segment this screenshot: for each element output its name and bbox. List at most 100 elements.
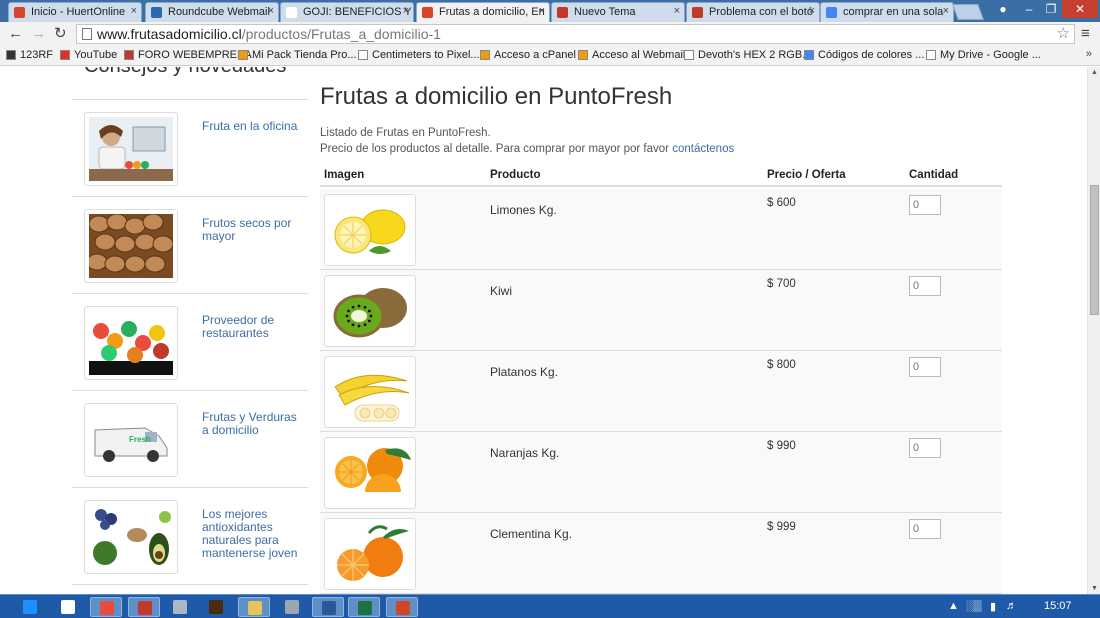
article-thumbnail[interactable] xyxy=(84,209,178,283)
browser-tab[interactable]: Inicio - HuertOnline × xyxy=(8,2,142,22)
intro-line-2: Precio de los productos al detalle. Para… xyxy=(320,143,669,155)
article-thumbnail[interactable] xyxy=(84,306,178,380)
article-link[interactable]: Frutos secos por mayor xyxy=(202,217,302,243)
address-bar[interactable]: www.frutasadomicilio.cl/productos/Frutas… xyxy=(76,24,1075,44)
scroll-up-icon[interactable]: ▲ xyxy=(1091,69,1098,76)
vertical-scrollbar[interactable]: ▲ ▼ xyxy=(1087,67,1100,594)
sidebar-article: Frutos secos por mayor xyxy=(72,197,308,294)
forward-icon[interactable]: → xyxy=(31,25,46,43)
column-header-image: Imagen xyxy=(324,169,365,181)
calculator-icon[interactable] xyxy=(276,597,308,617)
window-close-icon[interactable]: ✕ xyxy=(1062,0,1098,18)
contact-link[interactable]: contáctenos xyxy=(672,143,734,155)
bookmark-star-icon[interactable]: ☆ xyxy=(1057,25,1070,43)
bookmark-item[interactable]: Mi Pack Tienda Pro... xyxy=(238,49,357,61)
calculator-icon-glyph xyxy=(285,600,299,614)
tab-favicon-icon xyxy=(422,7,433,18)
tab-close-icon[interactable]: × xyxy=(268,5,274,17)
lemon-product-image[interactable] xyxy=(324,194,416,266)
tab-close-icon[interactable]: × xyxy=(809,5,815,17)
tab-close-icon[interactable]: × xyxy=(539,5,545,17)
new-tab-button[interactable] xyxy=(952,4,984,20)
image-viewer-icon[interactable] xyxy=(128,597,160,617)
chrome-icon[interactable] xyxy=(90,597,122,617)
office-image xyxy=(89,117,173,181)
article-link[interactable]: Proveedor de restaurantes xyxy=(202,314,302,340)
user-icon[interactable]: ● xyxy=(990,0,1016,18)
tab-close-icon[interactable]: × xyxy=(943,5,949,17)
excel-icon-glyph xyxy=(358,601,372,615)
bookmark-label: Mi Pack Tienda Pro... xyxy=(252,49,357,61)
bookmark-item[interactable]: FORO WEBEMPRESA xyxy=(124,49,252,61)
word-icon[interactable] xyxy=(312,597,344,617)
article-thumbnail[interactable]: Fresh xyxy=(84,403,178,477)
antiox-image xyxy=(89,505,173,569)
nuts-image xyxy=(86,213,174,278)
chrome-icon-glyph xyxy=(100,601,114,615)
scroll-down-icon[interactable]: ▼ xyxy=(1091,585,1098,592)
tab-title: Inicio - HuertOnline xyxy=(31,6,126,18)
ie-icon[interactable] xyxy=(14,597,46,617)
quantity-input[interactable] xyxy=(909,276,941,296)
scrollbar-thumb[interactable] xyxy=(1090,185,1099,315)
bookmark-item[interactable]: Acceso a cPanel xyxy=(480,49,576,61)
windows-taskbar: ▲ ░▒ ▮ ♬ 15:07 xyxy=(0,594,1100,618)
volume-icon[interactable]: ♬ xyxy=(1006,600,1017,612)
reload-icon[interactable]: ↻ xyxy=(54,25,67,43)
bookmark-label: Devoth's HEX 2 RGB... xyxy=(698,49,812,61)
sidebar-article: Fresh Frutas y Verduras a domicilio xyxy=(72,391,308,488)
product-row: Clementina Kg. $ 999 xyxy=(320,513,1002,594)
banana-product-image[interactable] xyxy=(324,356,416,428)
tray-expand-icon[interactable]: ▲ xyxy=(948,600,959,612)
illustrator-icon[interactable] xyxy=(200,597,232,617)
bookmark-item[interactable]: 123RF xyxy=(6,49,53,61)
bookmarks-overflow-icon[interactable]: » xyxy=(1086,48,1092,60)
back-icon[interactable]: ← xyxy=(8,25,23,43)
clock[interactable]: 15:07 xyxy=(1044,600,1072,612)
quantity-input[interactable] xyxy=(909,438,941,458)
quantity-input[interactable] xyxy=(909,357,941,377)
browser-tab[interactable]: comprar en una sola × xyxy=(820,2,954,22)
hp-icon[interactable] xyxy=(52,597,84,617)
bookmark-item[interactable]: My Drive - Google ... xyxy=(926,49,1041,61)
tab-title: Nuevo Tema xyxy=(574,6,636,18)
bookmark-item[interactable]: Devoth's HEX 2 RGB... xyxy=(684,49,811,61)
tab-close-icon[interactable]: × xyxy=(403,5,409,17)
restore-icon[interactable]: ❐ xyxy=(1038,0,1064,18)
browser-tab[interactable]: GOJI: BENEFICIOS Y P × xyxy=(280,2,414,22)
quantity-input[interactable] xyxy=(909,195,941,215)
orange-product-image[interactable] xyxy=(324,437,416,509)
bookmark-item[interactable]: YouTube xyxy=(60,49,117,61)
battery-icon[interactable]: ▮ xyxy=(990,600,996,613)
powerpoint-icon[interactable] xyxy=(386,597,418,617)
tab-close-icon[interactable]: × xyxy=(674,5,680,17)
bookmark-label: Acceso al Webmail xyxy=(592,49,686,61)
article-thumbnail[interactable] xyxy=(84,112,178,186)
file-explorer-icon[interactable] xyxy=(238,597,270,617)
bookmark-item[interactable]: Centimeters to Pixel... xyxy=(358,49,480,61)
bookmark-label: YouTube xyxy=(74,49,118,61)
network-icon[interactable] xyxy=(164,597,196,617)
chrome-menu-icon[interactable]: ≡ xyxy=(1081,25,1090,42)
salad-image xyxy=(89,311,173,375)
article-link[interactable]: Frutas y Verduras a domicilio xyxy=(202,411,302,437)
article-link[interactable]: Los mejores antioxidantes naturales para… xyxy=(202,508,302,560)
browser-tab[interactable]: Problema con el botó × xyxy=(686,2,820,22)
quantity-input[interactable] xyxy=(909,519,941,539)
intro-text: Listado de Frutas en PuntoFresh. Precio … xyxy=(320,125,734,157)
signal-icon[interactable]: ░▒ xyxy=(966,600,982,612)
browser-tab[interactable]: Frutas a domicilio, En × xyxy=(416,2,550,22)
kiwi-product-image[interactable] xyxy=(324,275,416,347)
word-icon-glyph xyxy=(322,601,336,615)
bookmark-item[interactable]: Acceso al Webmail xyxy=(578,49,685,61)
bookmark-label: Códigos de colores ... xyxy=(818,49,925,61)
browser-tab[interactable]: Nuevo Tema × xyxy=(551,2,685,22)
tab-close-icon[interactable]: × xyxy=(131,5,137,17)
sidebar-article: Los mejores antioxidantes naturales para… xyxy=(72,488,308,585)
article-link[interactable]: Fruta en la oficina xyxy=(202,120,302,133)
browser-tab[interactable]: Roundcube Webmail × xyxy=(145,2,279,22)
clementine-product-image[interactable] xyxy=(324,518,416,590)
article-thumbnail[interactable] xyxy=(84,500,178,574)
excel-icon[interactable] xyxy=(348,597,380,617)
bookmark-item[interactable]: Códigos de colores ... xyxy=(804,49,924,61)
